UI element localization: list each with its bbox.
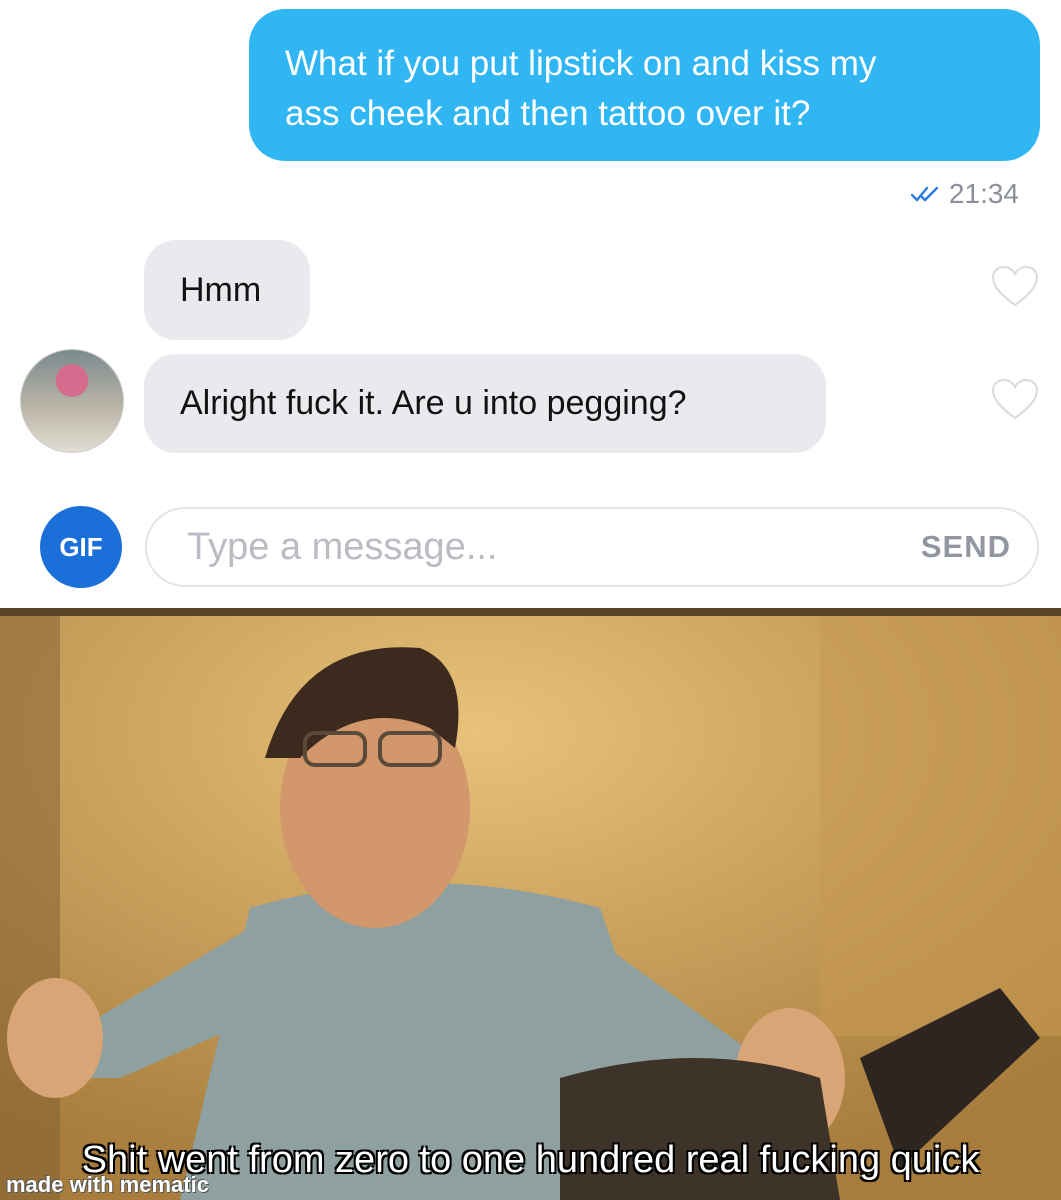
outgoing-message-line-1: What if you put lipstick on and kiss my: [285, 44, 877, 83]
outgoing-message-line-2: ass cheek and then tattoo over it?: [285, 94, 811, 133]
message-timestamp: 21:34: [948, 178, 1019, 209]
outgoing-message-bubble: What if you put lipstick on and kiss my …: [249, 9, 1040, 161]
meme-image: Shit went from zero to one hundred real …: [0, 608, 1061, 1200]
double-check-icon: [910, 186, 939, 202]
gif-button-label: GIF: [59, 531, 103, 562]
chat-panel: What if you put lipstick on and kiss my …: [0, 0, 1061, 608]
incoming-message-bubble: Alright fuck it. Are u into pegging?: [144, 354, 826, 453]
send-button[interactable]: SEND: [921, 529, 1011, 565]
message-input-placeholder: Type a message...: [187, 525, 498, 568]
heart-outline-icon[interactable]: [990, 377, 1040, 421]
incoming-message-bubble: Hmm: [144, 240, 310, 340]
gif-button[interactable]: GIF: [40, 506, 122, 588]
watermark: made with mematic: [6, 1172, 209, 1197]
message-meta: 21:34: [910, 178, 1019, 210]
incoming-message-text: Alright fuck it. Are u into pegging?: [180, 384, 687, 422]
heart-outline-icon[interactable]: [990, 264, 1040, 308]
meme-photo: [0, 616, 1061, 1200]
avatar[interactable]: [20, 349, 124, 453]
incoming-message-text: Hmm: [180, 270, 262, 309]
message-input[interactable]: Type a message... SEND: [145, 507, 1039, 587]
